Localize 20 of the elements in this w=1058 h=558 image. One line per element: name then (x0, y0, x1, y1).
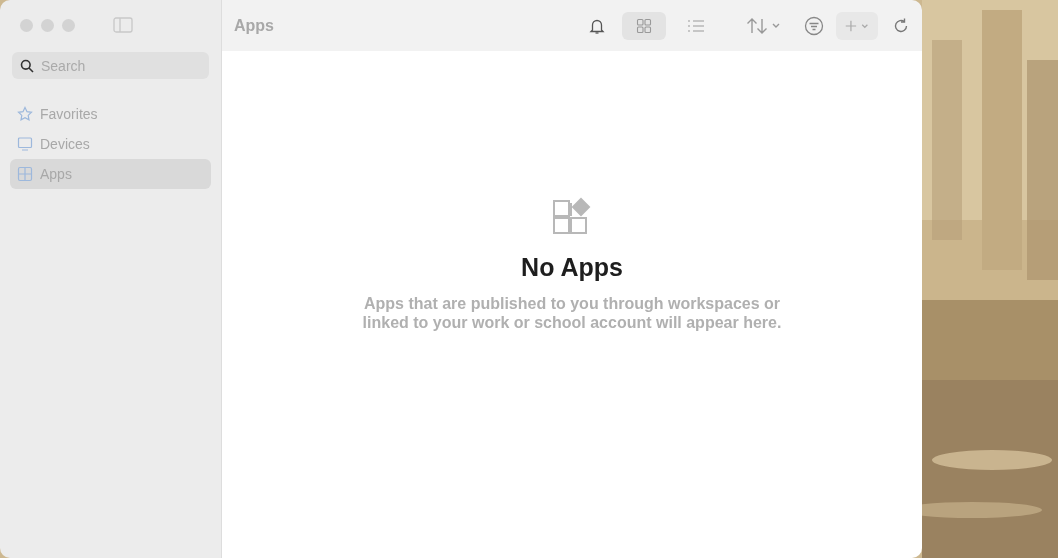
minimize-button[interactable] (41, 18, 54, 32)
grid-icon (636, 17, 652, 34)
filter-icon[interactable] (804, 15, 824, 36)
close-button[interactable] (20, 18, 33, 32)
apps-icon (552, 197, 592, 237)
empty-message: Apps that are published to you through workspaces or linked to your work or school account will appear here. (362, 294, 782, 332)
add-button[interactable] (836, 11, 878, 40)
sidebar-toggle-icon[interactable] (113, 17, 133, 33)
grid-view-button[interactable] (622, 11, 666, 40)
page-title: Apps (234, 16, 275, 35)
zoom-button[interactable] (62, 18, 75, 32)
sort-arrows-icon (746, 16, 782, 35)
refresh-icon[interactable] (892, 16, 910, 35)
star-icon (17, 106, 33, 122)
empty-title: No Apps (521, 253, 623, 282)
list-icon (687, 18, 705, 33)
apps-icon (17, 166, 33, 182)
monitor-icon (17, 136, 33, 152)
sidebar-item[interactable]: Favorites (10, 99, 211, 129)
sidebar-item[interactable]: Devices (10, 129, 211, 159)
